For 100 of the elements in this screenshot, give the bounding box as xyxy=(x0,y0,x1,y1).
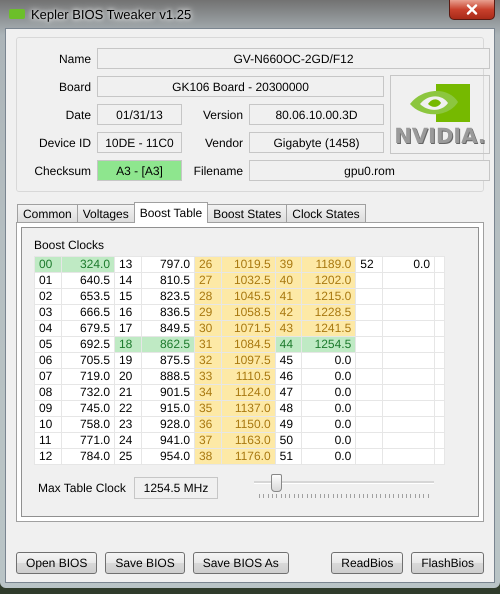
table-cell: 12 xyxy=(34,448,62,464)
field-label: Version xyxy=(202,108,243,122)
field-label: Device ID xyxy=(38,136,91,150)
table-cell: 1110.5 xyxy=(221,368,276,384)
table-cell: 1189.0 xyxy=(302,256,356,272)
table-cell: 771.0 xyxy=(61,432,114,448)
table-cell: 09 xyxy=(34,400,62,416)
table-cell: 41 xyxy=(275,288,302,304)
table-cell: 1019.5 xyxy=(221,256,276,272)
table-cell: 1241.5 xyxy=(302,320,356,336)
action-button[interactable]: ReadBios xyxy=(331,552,404,574)
max-clock-label: Max Table Clock xyxy=(38,481,127,495)
table-cell: 666.5 xyxy=(61,304,114,320)
date-field: 01/31/13 xyxy=(97,104,182,125)
table-cell: 1176.0 xyxy=(221,448,276,464)
table-cell: 25 xyxy=(114,448,142,464)
table-cell: 1045.5 xyxy=(221,288,276,304)
table-cell: 27 xyxy=(194,272,222,288)
table-cell: 1058.5 xyxy=(221,304,276,320)
field-label: Date xyxy=(64,108,91,122)
table-cell: 50 xyxy=(275,432,302,448)
table-cell: 34 xyxy=(194,384,222,400)
table-cell: 08 xyxy=(34,384,62,400)
field-label: Checksum xyxy=(33,164,91,178)
table-cell: 705.5 xyxy=(61,352,114,368)
table-cell: 35 xyxy=(194,400,222,416)
table-cell: 37 xyxy=(194,432,222,448)
logo-text: NVIDIA. xyxy=(394,124,486,148)
table-cell: 13 xyxy=(114,256,142,272)
table-cell: 1163.0 xyxy=(221,432,276,448)
table-cell: 26 xyxy=(194,256,222,272)
version-field: 80.06.10.00.3D xyxy=(249,104,384,125)
close-icon xyxy=(466,4,478,15)
tab[interactable]: Voltages xyxy=(76,204,135,222)
action-button[interactable]: Save BIOS As xyxy=(192,552,289,574)
table-cell: 0.0 xyxy=(302,416,356,432)
table-cell: 0.0 xyxy=(302,368,356,384)
field-label: Filename xyxy=(192,164,243,178)
table-cell: 31 xyxy=(194,336,222,352)
table-cell: 21 xyxy=(114,384,142,400)
device-id-field: 10DE - 11C0 xyxy=(97,132,182,153)
slider-thumb[interactable] xyxy=(271,474,282,492)
table-cell: 1228.5 xyxy=(302,304,356,320)
tab[interactable]: Boost States xyxy=(207,204,288,222)
field-label: Vendor xyxy=(204,136,243,150)
table-cell: 1215.0 xyxy=(302,288,356,304)
table-cell: 1097.5 xyxy=(221,352,276,368)
table-cell: 640.5 xyxy=(61,272,114,288)
group-title: Boost Clocks xyxy=(34,238,104,252)
table-cell: 0.0 xyxy=(302,448,356,464)
table-cell: 18 xyxy=(114,336,142,352)
table-cell: 1150.0 xyxy=(221,416,276,432)
table-cell: 862.5 xyxy=(141,336,194,352)
table-cell: 0.0 xyxy=(302,352,356,368)
table-cell: 324.0 xyxy=(61,256,114,272)
action-button[interactable]: Save BIOS xyxy=(105,552,185,574)
table-cell: 1071.5 xyxy=(221,320,276,336)
table-cell: 19 xyxy=(114,352,142,368)
table-cell: 29 xyxy=(194,304,222,320)
table-cell: 758.0 xyxy=(61,416,114,432)
table-cell: 47 xyxy=(275,384,302,400)
table-cell: 51 xyxy=(275,448,302,464)
tab[interactable]: Clock States xyxy=(286,204,366,222)
table-cell: 06 xyxy=(34,352,62,368)
table-cell: 43 xyxy=(275,320,302,336)
table-cell: 1202.0 xyxy=(302,272,356,288)
table-cell: 28 xyxy=(194,288,222,304)
table-cell: 732.0 xyxy=(61,384,114,400)
close-button[interactable] xyxy=(449,0,495,20)
table-cell: 653.5 xyxy=(61,288,114,304)
table-cell: 22 xyxy=(114,400,142,416)
action-button[interactable]: Open BIOS xyxy=(16,552,98,574)
table-cell: 0.0 xyxy=(302,432,356,448)
table-cell: 23 xyxy=(114,416,142,432)
table-cell: 30 xyxy=(194,320,222,336)
table-cell: 1137.0 xyxy=(221,400,276,416)
vendor-field: Gigabyte (1458) xyxy=(249,132,384,153)
field-label: Name xyxy=(58,52,91,66)
table-cell: 679.5 xyxy=(61,320,114,336)
table-cell: 52 xyxy=(356,256,382,272)
table-cell: 14 xyxy=(114,272,142,288)
table-cell: 45 xyxy=(275,352,302,368)
table-cell: 01 xyxy=(34,272,62,288)
tab[interactable]: Boost Table xyxy=(134,202,208,223)
field-label: Board xyxy=(58,80,91,94)
window-title: Kepler BIOS Tweaker v1.25 xyxy=(31,6,192,22)
table-cell: 39 xyxy=(275,256,302,272)
tab[interactable]: Common xyxy=(17,204,78,222)
table-cell: 784.0 xyxy=(61,448,114,464)
table-cell: 719.0 xyxy=(61,368,114,384)
table-cell: 03 xyxy=(34,304,62,320)
table-cell: 10 xyxy=(34,416,62,432)
table-cell: 745.0 xyxy=(61,400,114,416)
action-button[interactable]: FlashBios xyxy=(411,552,484,574)
table-cell: 797.0 xyxy=(141,256,194,272)
table-cell: 16 xyxy=(114,304,142,320)
table-cell: 0.0 xyxy=(302,384,356,400)
checksum-field: A3 - [A3] xyxy=(97,160,182,181)
table-cell: 33 xyxy=(194,368,222,384)
table-cell: 49 xyxy=(275,416,302,432)
